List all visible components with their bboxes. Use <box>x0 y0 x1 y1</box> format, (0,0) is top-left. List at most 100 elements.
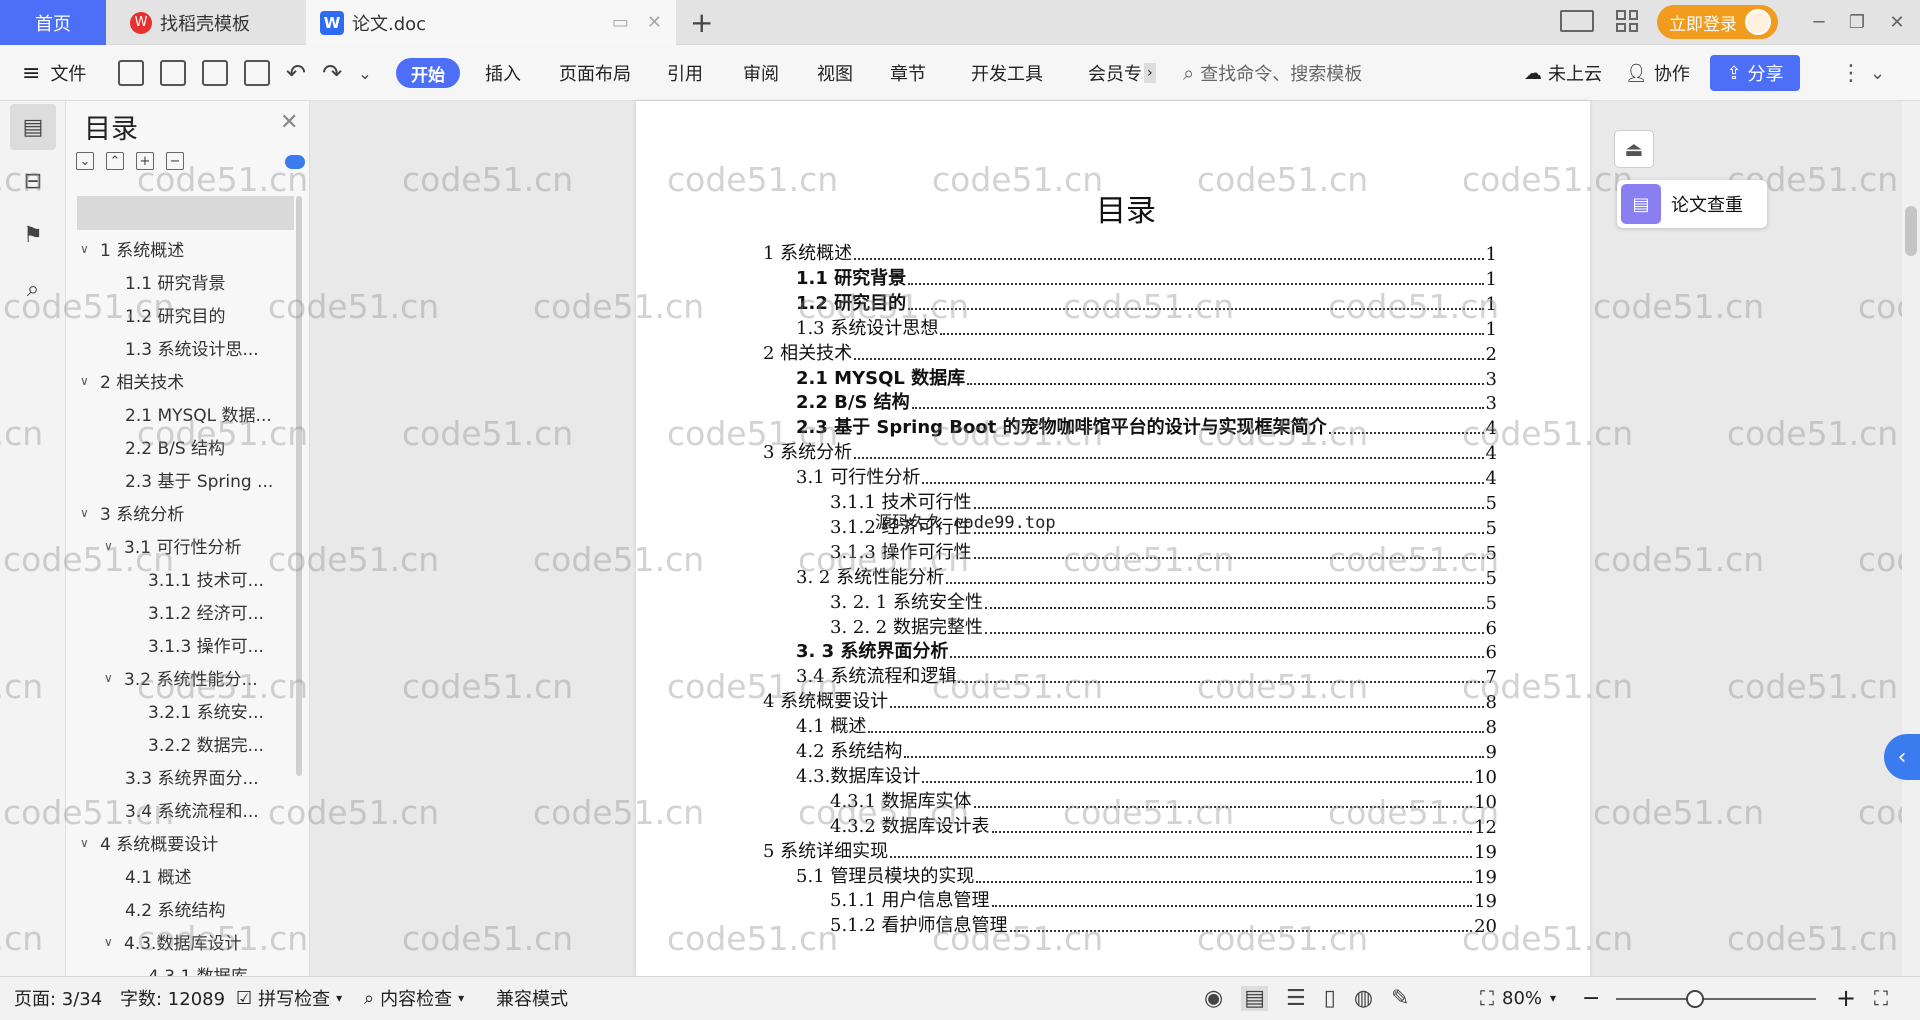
collab-label: 协作 <box>1653 64 1690 85</box>
dot-leader <box>967 382 1484 385</box>
document-toc-entry[interactable]: 3. 2. 1 系统安全性 5 <box>0 587 1497 614</box>
write-mode-icon[interactable]: ✎ <box>1391 986 1409 1011</box>
document-toc-entry[interactable]: 2.3 基于 Spring Boot 的宠物咖啡馆平台的设计与实现框架简介 4 <box>0 413 1497 440</box>
document-toc-entry[interactable]: 4 系统概要设计 8 <box>0 687 1497 714</box>
chevron-down-icon: ▾ <box>458 991 465 1005</box>
document-toc-entry[interactable]: 5.1.1 用户信息管理 19 <box>0 886 1497 913</box>
tab-view[interactable]: 视图 <box>817 45 853 101</box>
document-toc-entry[interactable]: 5 系统详细实现 19 <box>0 836 1497 863</box>
tab-home[interactable]: 首页 <box>0 0 106 45</box>
word-count[interactable]: 字数: 12089 <box>120 976 225 1020</box>
document-toc-entry[interactable]: 4.2 系统结构 9 <box>0 737 1497 763</box>
tab-insert[interactable]: 插入 <box>485 45 521 101</box>
document-toc-entry[interactable]: 3.1.2 经济可行性 5 <box>0 512 1497 539</box>
tab-developer[interactable]: 开发工具 <box>971 45 1043 101</box>
tab-references[interactable]: 引用 <box>667 45 703 101</box>
file-menu[interactable]: ≡ 文件 <box>22 45 86 101</box>
document-toc-entry[interactable]: 2.2 B/S 结构 3 <box>0 388 1497 415</box>
zoom-out-icon[interactable]: − <box>1582 976 1600 1020</box>
document-scroll-thumb[interactable] <box>1905 206 1917 256</box>
close-tab-icon[interactable]: ✕ <box>647 12 662 33</box>
tab-review[interactable]: 审阅 <box>743 45 779 101</box>
ai-assistant-icon[interactable] <box>285 155 305 169</box>
collab-button[interactable]: 👤︎ 协作 <box>1625 45 1690 101</box>
tab-template[interactable]: W 找稻壳模板 <box>110 0 300 45</box>
more-icon[interactable]: ⋮ <box>1840 45 1862 101</box>
document-toc-entry-page: 20 <box>1472 916 1497 938</box>
fullscreen-icon[interactable]: ⛶ <box>1874 976 1888 1020</box>
document-toc-entry[interactable]: 3.1.1 技术可行性 5 <box>0 488 1497 514</box>
print-icon[interactable] <box>202 60 228 86</box>
login-button[interactable]: 立即登录 <box>1657 5 1778 39</box>
document-toc-entry-text: 3 系统分析 <box>763 438 855 465</box>
print-preview-icon[interactable] <box>244 60 270 86</box>
document-toc-entry[interactable]: 3. 3 系统界面分析 6 <box>0 637 1497 664</box>
document-toc-entry[interactable]: 1.1 研究背景 1 <box>0 263 1497 290</box>
collapse-toolbar-icon[interactable]: ⏏ <box>1614 130 1654 168</box>
document-toc-entry[interactable]: 4.3.2 数据库设计表 12 <box>0 811 1497 838</box>
document-toc-entry[interactable]: 1.2 研究目的 1 <box>0 288 1497 315</box>
document-toc-entry[interactable]: 5.1 管理员模块的实现 19 <box>0 861 1497 888</box>
add-heading-icon[interactable]: + <box>136 152 154 170</box>
toc-nav-icon[interactable]: ▤ <box>10 104 56 150</box>
paper-check-button[interactable]: ▤ 论文查重 <box>1617 180 1767 228</box>
reading-view-icon[interactable]: ▯ <box>1324 986 1336 1011</box>
document-toc-entry[interactable]: 4.3.1 数据库实体 10 <box>0 786 1497 813</box>
dot-leader <box>922 780 1473 783</box>
layout-icon[interactable] <box>1560 10 1594 32</box>
new-tab-button[interactable]: + <box>690 0 713 45</box>
fit-page-icon[interactable]: ⛶ <box>1480 986 1494 1010</box>
document-toc-entry[interactable]: 1.3 系统设计思想 1 <box>0 313 1497 340</box>
save-icon[interactable] <box>118 60 144 86</box>
apps-grid-icon[interactable] <box>1616 10 1638 32</box>
outline-view-icon[interactable]: ☰ <box>1286 986 1306 1011</box>
undo-icon[interactable]: ↶ <box>286 59 306 87</box>
toc-toolbar: ⌄ ⌃ + − <box>76 152 184 170</box>
document-toc-entry[interactable]: 2 相关技术 2 <box>0 338 1497 365</box>
collapse-ribbon-icon[interactable]: ⌄ <box>1870 45 1885 101</box>
web-view-icon[interactable]: ◍ <box>1354 986 1373 1011</box>
cloud-status[interactable]: ☁ 未上云 <box>1524 45 1602 101</box>
spell-check-button[interactable]: ☑ 拼写检查 ▾ <box>236 976 342 1020</box>
eye-protect-icon[interactable]: ◉ <box>1204 986 1223 1011</box>
zoom-slider[interactable] <box>1616 998 1816 1000</box>
chevron-down-icon[interactable]: ⌄ <box>358 64 371 83</box>
close-window-icon[interactable]: ✕ <box>1874 0 1920 45</box>
document-toc-entry[interactable]: 4.3.数据库设计 10 <box>0 761 1497 788</box>
document-toc-entry[interactable]: 3. 2 系统性能分析 5 <box>0 562 1497 589</box>
close-panel-icon[interactable]: ✕ <box>280 110 298 135</box>
tab-start[interactable]: 开始 <box>396 58 460 88</box>
document-toc-entry[interactable]: 3.1.3 操作可行性 5 <box>0 537 1497 564</box>
tab-document[interactable]: W 论文.doc ▭ ✕ <box>306 0 676 45</box>
remove-heading-icon[interactable]: − <box>166 152 184 170</box>
share-button[interactable]: ⇪ 分享 <box>1710 55 1800 91</box>
export-pdf-icon[interactable] <box>160 60 186 86</box>
tab-chapter[interactable]: 章节 <box>890 45 926 101</box>
document-toc-entry[interactable]: 1 系统概述 1 <box>0 239 1497 265</box>
document-toc-entry[interactable]: 3 系统分析 4 <box>0 438 1497 465</box>
redo-icon[interactable]: ↷ <box>322 59 342 87</box>
document-toc-entry[interactable]: 4.1 概述 8 <box>0 712 1497 739</box>
document-toc-entry[interactable]: 3.1 可行性分析 4 <box>0 463 1497 490</box>
document-toc-entry[interactable]: 2.1 MYSQL 数据库 3 <box>0 363 1497 390</box>
expand-all-icon[interactable]: ⌄ <box>76 152 94 170</box>
zoom-slider-knob[interactable] <box>1686 990 1704 1008</box>
tab-member[interactable]: 会员专 › <box>1088 45 1156 101</box>
content-check-button[interactable]: ⌕ 内容检查 ▾ <box>364 976 464 1020</box>
dot-leader <box>976 880 1473 883</box>
document-toc-entry[interactable]: 5.1.2 看护师信息管理 20 <box>0 911 1497 938</box>
window-mode-icon[interactable]: ▭ <box>612 12 629 33</box>
document-toc-entry[interactable]: 3. 2. 2 数据完整性 6 <box>0 612 1497 639</box>
collapse-all-icon[interactable]: ⌃ <box>106 152 124 170</box>
command-search[interactable]: ⌕ 查找命令、搜索模板 <box>1183 45 1362 101</box>
page-view-icon[interactable]: ▤ <box>1241 985 1268 1011</box>
document-toc-entry[interactable]: 3.4 系统流程和逻辑 7 <box>0 662 1497 689</box>
tab-page-layout[interactable]: 页面布局 <box>559 45 631 101</box>
zoom-control[interactable]: ⛶ 80% ▾ <box>1480 976 1556 1020</box>
document-toc-entry-page: 1 <box>1483 268 1497 290</box>
page-indicator[interactable]: 页面: 3/34 <box>14 976 102 1020</box>
chevron-right-icon[interactable]: › <box>1144 63 1156 83</box>
section-nav-icon[interactable]: ⊟ <box>10 158 56 204</box>
document-toc-entry-text: 4.3.2 数据库设计表 <box>830 811 992 838</box>
zoom-in-icon[interactable]: + <box>1836 976 1856 1020</box>
